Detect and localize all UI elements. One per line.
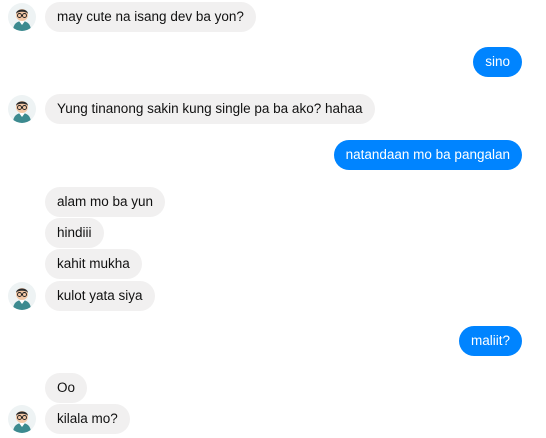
sender-avatar[interactable] [8, 405, 36, 433]
person-with-glasses-avatar-icon [13, 288, 31, 310]
message-incoming: kilala mo? [45, 404, 130, 434]
message-incoming: Yung tinanong sakin kung single pa ba ak… [45, 94, 375, 124]
sender-avatar[interactable] [8, 282, 36, 310]
message-outgoing: maliit? [458, 326, 522, 356]
person-with-glasses-avatar-icon [13, 9, 31, 31]
message-outgoing: natandaan mo ba pangalan [333, 140, 522, 170]
message-incoming: alam mo ba yun [45, 187, 166, 217]
sender-avatar[interactable] [8, 3, 36, 31]
person-with-glasses-avatar-icon [13, 101, 31, 123]
message-incoming: hindiii [45, 218, 104, 248]
sender-avatar[interactable] [8, 95, 36, 123]
message-incoming: Oo [45, 373, 88, 403]
message-incoming: kulot yata siya [45, 281, 155, 311]
person-with-glasses-avatar-icon [13, 411, 31, 433]
message-outgoing: sino [473, 47, 522, 77]
message-incoming: may cute na isang dev ba yon? [45, 2, 256, 32]
message-incoming: kahit mukha [45, 249, 142, 279]
